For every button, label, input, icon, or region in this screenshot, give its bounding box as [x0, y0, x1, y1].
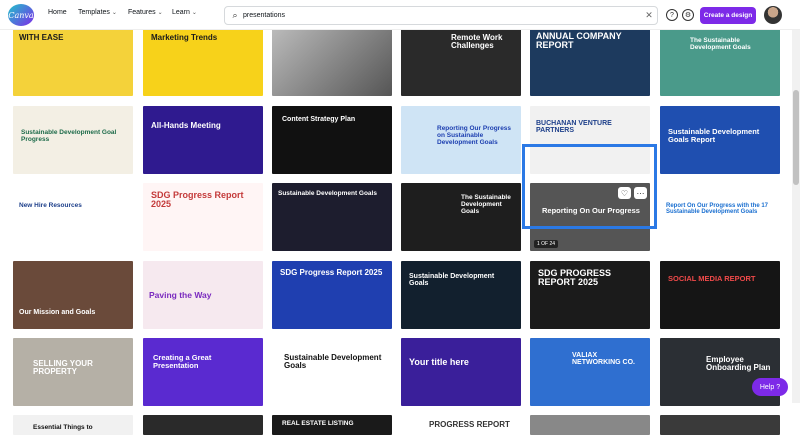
- help-question-icon[interactable]: ?: [666, 9, 678, 21]
- chevron-down-icon: ⌄: [111, 10, 117, 16]
- template-card[interactable]: The Sustainable Development Goals: [660, 28, 780, 96]
- template-card-title: Report On Our Progress with the 17 Susta…: [666, 203, 769, 216]
- page-scrollbar[interactable]: [792, 30, 800, 403]
- template-card[interactable]: [660, 415, 780, 435]
- template-card-title: Sustainable Development Goals: [409, 273, 495, 288]
- template-card-title: PROGRESS REPORT: [429, 420, 510, 429]
- help-button[interactable]: Help ?: [752, 378, 788, 396]
- template-card-title: Sustainable Development Goals Report: [668, 127, 760, 144]
- template-card-title: SDG Progress Report 2025: [280, 268, 383, 277]
- top-navigation-bar: Canva Home Templates ⌄ Features ⌄ Learn ⌄ ⌕…: [0, 0, 800, 30]
- template-card[interactable]: PROGRESS REPORT: [401, 415, 521, 435]
- template-card-title: Our Mission and Goals: [19, 309, 96, 316]
- template-card-title: REAL ESTATE LISTING: [282, 420, 354, 427]
- template-card-title: BUCHANAN VENTURE PARTNERS: [536, 120, 612, 135]
- template-card-title: SELLING YOUR PROPERTY: [33, 359, 93, 377]
- chevron-down-icon: ⌄: [191, 10, 197, 16]
- template-card-title: Essential Things to: [33, 424, 93, 431]
- template-card[interactable]: Content Strategy Plan: [272, 106, 392, 174]
- create-a-design-button[interactable]: Create a design: [700, 7, 756, 24]
- template-card-title: SDG PROGRESS REPORT 2025: [538, 268, 612, 288]
- clear-search-icon[interactable]: ✕: [641, 10, 657, 21]
- template-card[interactable]: Paving the Way: [143, 261, 263, 329]
- template-card[interactable]: ANNUAL COMPANY REPORT: [530, 28, 650, 96]
- template-card-title: Your title here: [409, 357, 469, 367]
- template-card[interactable]: SOCIAL MEDIA REPORT: [660, 261, 780, 329]
- template-card[interactable]: Sustainable Development Goals: [272, 183, 392, 251]
- template-card-title: Sustainable Development Goal Progress: [21, 129, 117, 143]
- template-card[interactable]: [530, 415, 650, 435]
- template-card-title: All-Hands Meeting: [151, 121, 221, 130]
- template-card[interactable]: Essential Things to: [13, 415, 133, 435]
- search-input[interactable]: presentations: [243, 12, 641, 19]
- canva-logo[interactable]: Canva: [8, 4, 34, 26]
- template-card-title: New Hire Resources: [19, 202, 82, 209]
- scrollbar-thumb[interactable]: [793, 90, 799, 185]
- page-count-badge: 1 OF 24: [534, 240, 559, 248]
- nav-features-label: Features: [128, 9, 156, 16]
- template-card[interactable]: SELLING YOUR PROPERTY: [13, 338, 133, 406]
- template-card-title: Employee Onboarding Plan: [706, 355, 771, 373]
- template-card[interactable]: WITH EASE: [13, 28, 133, 96]
- template-card[interactable]: All-Hands Meeting: [143, 106, 263, 174]
- template-card-title: SDG Progress Report 2025: [151, 190, 244, 210]
- template-card[interactable]: SDG PROGRESS REPORT 2025: [530, 261, 650, 329]
- nav-learn[interactable]: Learn ⌄: [172, 9, 197, 16]
- nav-features[interactable]: Features ⌄: [128, 9, 163, 16]
- template-card-title: Sustainable Development Goals: [278, 190, 377, 197]
- nav-home[interactable]: Home: [48, 9, 67, 16]
- template-card-title: VALIAX NETWORKING CO.: [572, 352, 635, 367]
- chevron-down-icon: ⌄: [157, 10, 163, 16]
- template-card[interactable]: Your title here: [401, 338, 521, 406]
- template-card-title: Creating a Great Presentation: [153, 353, 212, 370]
- template-card[interactable]: SDG Progress Report 2025: [143, 183, 263, 251]
- nav-templates[interactable]: Templates ⌄: [78, 9, 117, 16]
- template-card[interactable]: Sustainable Development Goal Progress: [13, 106, 133, 174]
- template-card-title: Paving the Way: [149, 290, 212, 300]
- nav-templates-label: Templates: [78, 9, 110, 16]
- template-card[interactable]: Our Mission and Goals: [13, 261, 133, 329]
- settings-gear-icon[interactable]: ⚙: [682, 9, 694, 21]
- template-card-title: WITH EASE: [19, 33, 64, 42]
- template-card[interactable]: [272, 28, 392, 96]
- template-card[interactable]: Reporting Our Progress on Sustainable De…: [401, 106, 521, 174]
- user-avatar[interactable]: [764, 6, 782, 24]
- template-card[interactable]: Sustainable Development Goals Report: [660, 106, 780, 174]
- search-bar[interactable]: ⌕ presentations ✕: [224, 6, 658, 25]
- search-icon: ⌕: [232, 10, 238, 20]
- template-card-title: Remote Work Challenges: [451, 33, 503, 51]
- template-card-title: The Sustainable Development Goals: [461, 194, 511, 215]
- selected-template-highlight: [522, 144, 657, 229]
- template-card-title: Sustainable Development Goals: [284, 353, 382, 371]
- template-card[interactable]: VALIAX NETWORKING CO.: [530, 338, 650, 406]
- template-card[interactable]: SDG Progress Report 2025: [272, 261, 392, 329]
- template-card-title: Content Strategy Plan: [282, 116, 356, 123]
- template-card[interactable]: REAL ESTATE LISTING: [272, 415, 392, 435]
- template-card[interactable]: Marketing Trends: [143, 28, 263, 96]
- template-card[interactable]: The Sustainable Development Goals: [401, 183, 521, 251]
- template-card[interactable]: [143, 415, 263, 435]
- nav-home-label: Home: [48, 9, 67, 16]
- template-card[interactable]: Remote Work Challenges: [401, 28, 521, 96]
- template-card-title: ANNUAL COMPANY REPORT: [536, 31, 622, 51]
- nav-learn-label: Learn: [172, 9, 190, 16]
- template-card[interactable]: Sustainable Development Goals: [401, 261, 521, 329]
- template-card-title: Reporting Our Progress on Sustainable De…: [437, 125, 512, 146]
- template-card-title: Marketing Trends: [151, 33, 218, 42]
- template-card[interactable]: Creating a Great Presentation: [143, 338, 263, 406]
- template-card-title: The Sustainable Development Goals: [690, 37, 751, 51]
- template-card[interactable]: New Hire Resources: [13, 183, 133, 251]
- template-card-title: SOCIAL MEDIA REPORT: [668, 274, 756, 283]
- template-card[interactable]: Sustainable Development Goals: [272, 338, 392, 406]
- template-card[interactable]: Report On Our Progress with the 17 Susta…: [660, 183, 780, 251]
